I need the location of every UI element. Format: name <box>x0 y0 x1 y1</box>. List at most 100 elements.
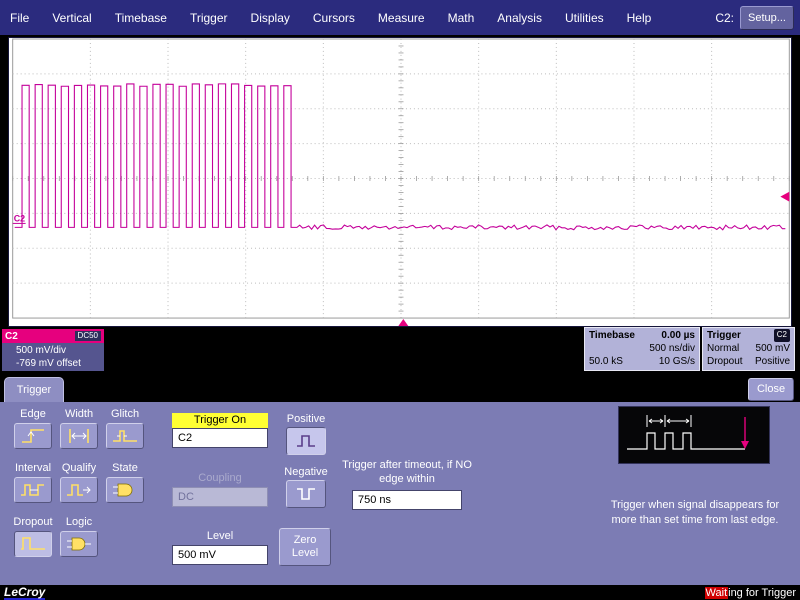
dropout-diagram-drawing <box>619 407 769 463</box>
timeout-input[interactable]: 750 ns <box>352 490 462 510</box>
timebase-header-row: Timebase 0.00 µs <box>589 329 695 342</box>
menu-trigger[interactable]: Trigger <box>190 11 228 25</box>
channel-descriptor-body: 500 mV/div -769 mV offset <box>2 343 104 371</box>
trigger-type-width[interactable]: Width <box>56 408 102 449</box>
edge-trigger-icon <box>18 426 48 446</box>
trigger-type-interval-label: Interval <box>15 462 51 475</box>
trigger-type-qualify[interactable]: Qualify <box>56 462 102 503</box>
glitch-trigger-icon-button <box>106 423 144 449</box>
timebase-panel[interactable]: Timebase 0.00 µs 500 ns/div 50.0 kS 10 G… <box>584 327 700 371</box>
setup-button[interactable]: Setup... <box>740 6 794 30</box>
trigger-source-chip: C2 <box>774 329 790 342</box>
channel-offset: -769 mV offset <box>16 357 104 370</box>
timebase-samples: 50.0 kS <box>589 355 623 368</box>
logic-trigger-icon-button <box>60 531 98 557</box>
coupling-badge: DC50 <box>75 331 101 341</box>
menu-vertical[interactable]: Vertical <box>52 11 91 25</box>
trigger-status-highlight: Wait <box>705 587 729 599</box>
trigger-type-grid: Edge Width Glitch <box>10 408 148 557</box>
timebase-sample-row: 50.0 kS 10 GS/s <box>589 355 695 368</box>
trigger-type-logic[interactable]: Logic <box>56 516 102 557</box>
timebase-title: Timebase <box>589 329 635 342</box>
positive-slope-button[interactable] <box>286 427 326 455</box>
qualify-trigger-icon-button <box>60 477 98 503</box>
negative-slope-button[interactable] <box>286 480 326 508</box>
dropout-diagram <box>618 406 770 464</box>
menu-help[interactable]: Help <box>627 11 652 25</box>
coupling-select: DC <box>172 487 268 507</box>
positive-slope-icon <box>294 432 318 450</box>
close-button[interactable]: Close <box>748 378 794 401</box>
trigger-type-qualify-label: Qualify <box>62 462 96 475</box>
menu-cursors[interactable]: Cursors <box>313 11 355 25</box>
waveform-display: C2 <box>8 37 792 327</box>
negative-slope-icon <box>294 485 318 503</box>
edge-trigger-icon-button <box>14 423 52 449</box>
trigger-source-select[interactable]: C2 <box>172 428 268 448</box>
qualify-trigger-icon <box>64 480 94 500</box>
trigger-on-label: Trigger On <box>172 413 268 428</box>
timebase-rate: 10 GS/s <box>659 355 695 368</box>
channel-scale: 500 mV/div <box>16 344 104 357</box>
width-trigger-icon <box>64 426 94 446</box>
tab-trigger[interactable]: Trigger <box>4 377 64 402</box>
timebase-value: 0.00 µs <box>661 329 695 342</box>
trigger-type-glitch-label: Glitch <box>111 408 139 421</box>
trigger-type-width-label: Width <box>65 408 93 421</box>
dropout-trigger-icon <box>18 534 48 554</box>
trigger-slope: Positive <box>755 355 790 368</box>
width-trigger-icon-button <box>60 423 98 449</box>
status-bar: LeCroy Waiting for Trigger <box>0 585 800 600</box>
trigger-mode-row: Normal 500 mV <box>707 342 790 355</box>
menu-right-group: C2: Setup... <box>715 6 794 30</box>
waveform-grid: C2 <box>9 38 793 326</box>
trigger-title: Trigger <box>707 329 741 342</box>
state-trigger-icon <box>110 480 140 500</box>
zero-level-button[interactable]: Zero Level <box>279 528 331 566</box>
trigger-mode: Normal <box>707 342 739 355</box>
menu-file[interactable]: File <box>10 11 29 25</box>
trigger-type-edge-label: Edge <box>20 408 46 421</box>
channel-descriptor-header: C2 DC50 <box>2 329 104 343</box>
menu-math[interactable]: Math <box>448 11 475 25</box>
positive-label: Positive <box>280 413 332 425</box>
coupling-label: Coupling <box>172 472 268 484</box>
menu-utilities[interactable]: Utilities <box>565 11 604 25</box>
trigger-type-glitch[interactable]: Glitch <box>102 408 148 449</box>
trigger-panel[interactable]: Trigger C2 Normal 500 mV Dropout Positiv… <box>702 327 795 371</box>
active-channel-label: C2: <box>715 11 734 25</box>
level-label: Level <box>172 530 268 542</box>
trigger-type-state-label: State <box>112 462 138 475</box>
menu-measure[interactable]: Measure <box>378 11 425 25</box>
timebase-perdiv-row: 500 ns/div <box>589 342 695 355</box>
trigger-type-row: Dropout Positive <box>707 355 790 368</box>
logic-trigger-icon <box>64 534 94 554</box>
negative-label: Negative <box>280 466 332 478</box>
menu-bar: File Vertical Timebase Trigger Display C… <box>0 0 800 35</box>
trigger-level: 500 mV <box>756 342 790 355</box>
trigger-type-state[interactable]: State <box>102 462 148 503</box>
channel-name: C2 <box>5 331 18 342</box>
trigger-status-message: Waiting for Trigger <box>705 587 796 599</box>
glitch-trigger-icon <box>110 426 140 446</box>
level-input[interactable]: 500 mV <box>172 545 268 565</box>
lecroy-logo: LeCroy <box>4 586 45 600</box>
trigger-type-interval[interactable]: Interval <box>10 462 56 503</box>
trigger-type-dropout-label: Dropout <box>13 516 52 529</box>
trigger-type-logic-label: Logic <box>66 516 92 529</box>
state-trigger-icon-button <box>106 477 144 503</box>
trigger-type-dropout[interactable]: Dropout <box>10 516 56 557</box>
dropout-trigger-icon-button <box>14 531 52 557</box>
channel-descriptor-c2[interactable]: C2 DC50 500 mV/div -769 mV offset <box>2 329 104 371</box>
menu-display[interactable]: Display <box>251 11 290 25</box>
trigger-type: Dropout <box>707 355 743 368</box>
timeout-description: Trigger after timeout, if NO edge within <box>340 458 474 486</box>
menu-timebase[interactable]: Timebase <box>115 11 167 25</box>
trigger-type-edge[interactable]: Edge <box>10 408 56 449</box>
trigger-description-text: Trigger when signal disappears for more … <box>602 498 788 528</box>
interval-trigger-icon <box>18 480 48 500</box>
interval-trigger-icon-button <box>14 477 52 503</box>
svg-text:C2: C2 <box>14 213 25 223</box>
menu-analysis[interactable]: Analysis <box>497 11 542 25</box>
timebase-per-div: 500 ns/div <box>649 342 695 355</box>
